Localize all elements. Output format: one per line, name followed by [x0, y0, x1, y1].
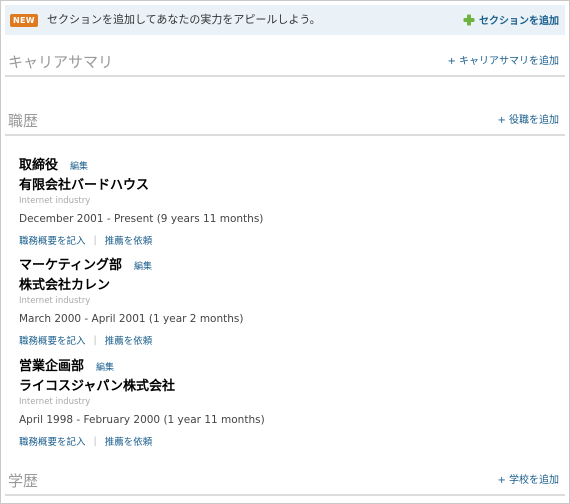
company-name: 株式会社カレン [19, 278, 111, 293]
career-summary-header: キャリアサマリ + キャリアサマリを追加 [5, 51, 565, 77]
position-entry: マーケティング部 編集 株式会社カレン Internet industry Ma… [19, 258, 549, 347]
profile-edit-panel: NEW セクションを追加してあなたの実力をアピールしよう。 セクションを追加 キ… [0, 0, 570, 504]
add-section-button[interactable]: セクションを追加 [463, 12, 559, 27]
position-title: 営業企画部 [19, 359, 85, 374]
edit-position-link[interactable]: 編集 [96, 360, 114, 373]
add-career-summary-link[interactable]: + キャリアサマリを追加 [447, 56, 559, 68]
experience-title: 職歴 [8, 112, 39, 130]
education-title: 学歴 [8, 472, 39, 490]
add-position-link[interactable]: + 役職を追加 [497, 115, 559, 127]
edit-position-link[interactable]: 編集 [134, 259, 152, 272]
add-section-label: セクションを追加 [479, 16, 559, 27]
edit-position-link[interactable]: 編集 [70, 159, 88, 172]
request-recommendation-link[interactable]: 推薦を依頼 [105, 434, 153, 448]
industry-label: Internet industry [19, 397, 91, 407]
new-badge: NEW [10, 14, 38, 27]
link-separator: | [93, 234, 97, 246]
plus-icon [463, 14, 475, 25]
describe-duties-link[interactable]: 職務概要を記入 [19, 333, 86, 347]
position-dates: April 1998 - February 2000 (1 year 11 mo… [19, 414, 265, 426]
company-name: ライコスジャパン株式会社 [19, 379, 176, 394]
experience-header: 職歴 + 役職を追加 [5, 110, 565, 136]
request-recommendation-link[interactable]: 推薦を依頼 [105, 333, 153, 347]
industry-label: Internet industry [19, 196, 91, 206]
industry-label: Internet industry [19, 296, 91, 306]
describe-duties-link[interactable]: 職務概要を記入 [19, 233, 86, 247]
position-entry: 営業企画部 編集 ライコスジャパン株式会社 Internet industry … [19, 359, 549, 448]
describe-duties-link[interactable]: 職務概要を記入 [19, 434, 86, 448]
new-section-banner: NEW セクションを追加してあなたの実力をアピールしよう。 セクションを追加 [5, 5, 565, 35]
position-dates: December 2001 - Present (9 years 11 mont… [19, 213, 264, 225]
position-entry: 取締役 編集 有限会社バードハウス Internet industry Dece… [19, 158, 549, 247]
position-title: 取締役 [19, 158, 59, 173]
company-name: 有限会社バードハウス [19, 178, 150, 193]
request-recommendation-link[interactable]: 推薦を依頼 [105, 233, 153, 247]
position-dates: March 2000 - April 2001 (1 year 2 months… [19, 313, 244, 325]
banner-message: セクションを追加してあなたの実力をアピールしよう。 [47, 13, 321, 26]
education-header: 学歴 + 学校を追加 [5, 470, 565, 496]
career-summary-title: キャリアサマリ [8, 53, 114, 71]
link-separator: | [93, 334, 97, 346]
add-school-link[interactable]: + 学校を追加 [497, 475, 559, 487]
link-separator: | [93, 435, 97, 447]
position-title: マーケティング部 [19, 258, 122, 273]
